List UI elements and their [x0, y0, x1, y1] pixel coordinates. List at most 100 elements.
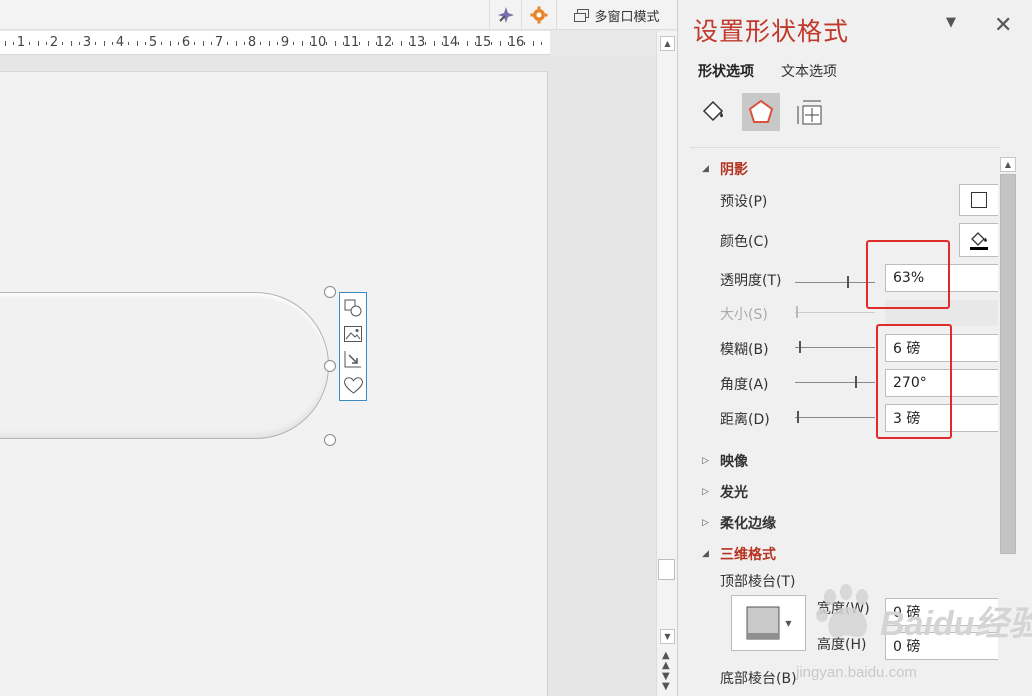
- ruler-tick: [466, 40, 468, 46]
- next-page-icon[interactable]: ▼ ▼: [662, 672, 670, 692]
- editor-vertical-scrollbar[interactable]: ▲ ▼ ▲ ▲ ▼ ▼: [656, 31, 677, 696]
- horizontal-ruler[interactable]: 1 2 3 4 5 6 7 8 9 10 11 12 13 14 15 16: [0, 31, 550, 55]
- effects-icon[interactable]: [742, 93, 780, 131]
- ruler-tick: [268, 40, 270, 46]
- ruler-tick: [301, 40, 303, 46]
- ruler-tick: [540, 41, 542, 45]
- ruler-tick: [29, 41, 31, 45]
- ruler-tick: [177, 41, 179, 45]
- ruler-tick: [524, 41, 526, 45]
- heart-icon[interactable]: [343, 377, 363, 394]
- scroll-down-arrow-icon[interactable]: ▼: [660, 629, 675, 644]
- bevel-preview-icon: [746, 606, 780, 640]
- section-reflection[interactable]: ▷ 映像: [702, 451, 748, 471]
- pane-options-dropdown-icon[interactable]: ▼: [946, 15, 956, 30]
- blur-slider[interactable]: [795, 341, 875, 353]
- ruler-tick: [235, 40, 237, 46]
- ruler-tick: [400, 40, 402, 46]
- format-arrow-icon[interactable]: [344, 350, 362, 368]
- tab-text-options[interactable]: 文本选项: [781, 61, 837, 81]
- shadow-preset-button[interactable]: [959, 184, 999, 216]
- resize-handle-top-right[interactable]: [324, 286, 336, 298]
- category-divider: [690, 147, 1000, 148]
- ruler-tick: [532, 40, 534, 46]
- size-properties-icon[interactable]: [790, 93, 828, 131]
- magic-wand-icon[interactable]: [489, 0, 521, 30]
- distance-slider-thumb[interactable]: [797, 411, 799, 423]
- shadow-color-button[interactable]: [959, 223, 999, 257]
- highlight-box-transparency: [866, 240, 950, 309]
- top-bevel-label: 顶部棱台(T): [720, 574, 796, 590]
- multi-window-button[interactable]: 多窗口模式: [556, 0, 677, 30]
- bevel-width-input[interactable]: 0 磅: [885, 598, 999, 626]
- ruler-number: 4: [115, 35, 125, 50]
- pane-scroll-up-arrow-icon[interactable]: ▲: [1000, 157, 1016, 172]
- section-shadow[interactable]: ◢ 阴影: [702, 159, 748, 179]
- section-shadow-label: 阴影: [720, 162, 748, 178]
- paint-bucket-icon: [970, 232, 988, 250]
- top-bevel-dropdown[interactable]: ▼: [731, 595, 806, 651]
- transparency-slider[interactable]: [795, 276, 875, 288]
- section-reflection-label: 映像: [720, 454, 748, 470]
- pane-vertical-scrollbar[interactable]: ▲: [998, 157, 1018, 696]
- expanded-triangle-icon: ◢: [702, 164, 709, 174]
- shadow-size-label: 大小(S): [720, 307, 768, 323]
- previous-page-icon[interactable]: ▲ ▲: [662, 651, 670, 671]
- ruler-tick: [161, 41, 163, 45]
- ruler-tick: [62, 41, 64, 45]
- shadow-blur-label: 模糊(B): [720, 342, 769, 358]
- ruler-tick: [227, 41, 229, 45]
- section-3d-format[interactable]: ◢ 三维格式: [702, 544, 776, 564]
- picture-fill-icon[interactable]: [344, 325, 362, 342]
- ruler-number: 6: [181, 35, 191, 50]
- bevel-height-input[interactable]: 0 磅: [885, 632, 999, 660]
- expanded-triangle-icon: ◢: [702, 549, 709, 559]
- angle-slider[interactable]: [795, 376, 875, 388]
- tab-shape-options[interactable]: 形状选项: [698, 61, 754, 81]
- resize-handle-bottom-right[interactable]: [324, 434, 336, 446]
- ruler-number: 14: [441, 35, 459, 50]
- top-toolbar: 多窗口模式: [0, 0, 677, 30]
- pane-scroll-thumb[interactable]: [1000, 174, 1016, 554]
- angle-slider-thumb[interactable]: [855, 376, 857, 388]
- fill-line-icon[interactable]: [694, 93, 732, 131]
- ruler-tick: [392, 41, 394, 45]
- scroll-up-arrow-icon[interactable]: ▲: [660, 36, 675, 51]
- distance-slider[interactable]: [795, 411, 875, 423]
- ruler-tick: [367, 40, 369, 46]
- ruler-tick: [260, 41, 262, 45]
- shadow-distance-label: 距离(D): [720, 412, 770, 428]
- resize-handle-right[interactable]: [324, 360, 336, 372]
- section-soft-edges[interactable]: ▷ 柔化边缘: [702, 513, 776, 533]
- ruler-tick: [499, 40, 501, 46]
- ruler-number: 13: [408, 35, 426, 50]
- shape-quick-tools: [339, 292, 367, 401]
- scroll-thumb[interactable]: [658, 559, 675, 580]
- bevel-height-label: 高度(H): [817, 637, 867, 653]
- ruler-tick: [70, 40, 72, 46]
- ruler-tick: [334, 40, 336, 46]
- ruler-tick: [359, 41, 361, 45]
- rounded-rectangle-shape[interactable]: [0, 292, 329, 439]
- ruler-tick: [169, 40, 171, 46]
- ruler-number: 10: [309, 35, 327, 50]
- gear-icon[interactable]: [521, 0, 555, 30]
- section-glow[interactable]: ▷ 发光: [702, 482, 748, 502]
- transparency-slider-thumb[interactable]: [847, 276, 849, 288]
- ruler-tick: [37, 40, 39, 46]
- ruler-tick: [326, 41, 328, 45]
- blur-slider-thumb[interactable]: [799, 341, 801, 353]
- ruler-number: 16: [507, 35, 525, 50]
- preset-shadow-icon: [971, 192, 987, 208]
- close-icon[interactable]: ✕: [994, 13, 1012, 38]
- ruler-tick: [4, 40, 6, 46]
- ruler-tick: [45, 41, 47, 45]
- shadow-angle-label: 角度(A): [720, 377, 769, 393]
- ruler-tick: [144, 41, 146, 45]
- bevel-width-label: 宽度(W): [817, 601, 870, 617]
- watermark-url: jingyan.baidu.com: [796, 664, 917, 681]
- shape-styles-icon[interactable]: [344, 299, 362, 317]
- pane-title: 设置形状格式: [693, 17, 850, 46]
- ruler-tick: [491, 41, 493, 45]
- ruler-tick: [210, 41, 212, 45]
